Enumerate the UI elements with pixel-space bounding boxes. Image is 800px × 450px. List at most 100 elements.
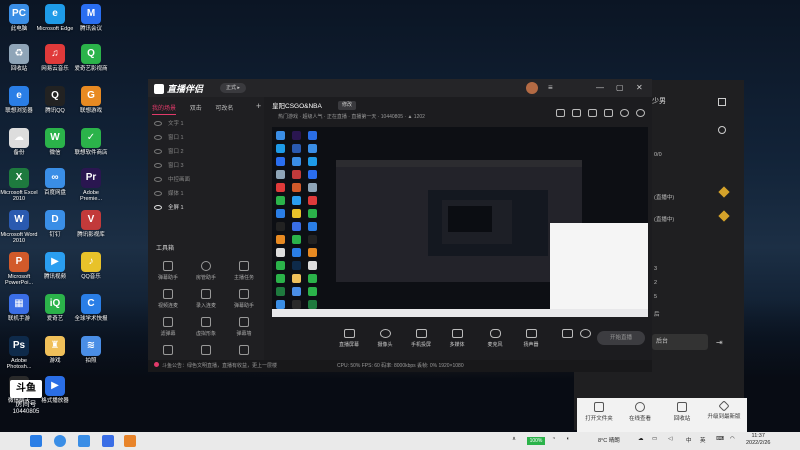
- desktop-icon[interactable]: M 腾讯会议: [72, 4, 110, 32]
- desktop-icon[interactable]: D 钉钉: [36, 210, 74, 238]
- tool-button[interactable]: 录入连麦: [188, 289, 224, 309]
- scene-item-active[interactable]: 全屏 1: [154, 203, 184, 211]
- scene-item[interactable]: 文字 1: [154, 119, 184, 127]
- desktop-icon[interactable]: C 全球学术快报: [72, 294, 110, 322]
- desktop-icon[interactable]: Q 腾讯QQ: [36, 86, 74, 114]
- tab-rename[interactable]: 可改名: [215, 103, 233, 112]
- desktop-icon[interactable]: Ps Adobe Photosh...: [0, 336, 38, 370]
- gift-icon[interactable]: [556, 109, 565, 117]
- scene-item[interactable]: 窗口 3: [154, 161, 184, 169]
- desktop-icon[interactable]: ♫ 网易云音乐: [36, 44, 74, 72]
- app-taskbar-icon[interactable]: [102, 435, 114, 447]
- tool-button[interactable]: 弹幕墙: [226, 317, 262, 337]
- multimedia-button[interactable]: 多媒体: [440, 329, 474, 348]
- desktop-icon[interactable]: ∞ 百度网盘: [36, 168, 74, 196]
- start-icon[interactable]: [30, 435, 42, 447]
- desktop-icon[interactable]: e 联想浏览器: [0, 86, 38, 114]
- desktop-icon[interactable]: PC 此电脑: [0, 4, 38, 32]
- volume-icon[interactable]: ◖: [566, 436, 569, 442]
- desktop-icon[interactable]: Q 爱奇艺影视商: [72, 44, 110, 72]
- live-app-taskbar-icon[interactable]: [124, 435, 136, 447]
- scene-item[interactable]: 窗口 1: [154, 133, 184, 141]
- recycle-bin-button[interactable]: 回收站: [662, 400, 702, 422]
- tool-button[interactable]: 弹幕助手: [226, 289, 262, 309]
- visibility-icon[interactable]: [154, 163, 162, 168]
- lock-icon[interactable]: [572, 109, 581, 117]
- menu-icon[interactable]: ≡: [548, 83, 553, 92]
- microphone-button[interactable]: 麦克风: [478, 329, 512, 348]
- ime-icon[interactable]: 英: [700, 436, 706, 444]
- screen-icon[interactable]: [588, 109, 597, 117]
- search-icon[interactable]: [718, 126, 726, 134]
- desktop-icon[interactable]: P Microsoft PowerPoi...: [0, 252, 38, 286]
- add-scene-button[interactable]: +: [256, 101, 261, 111]
- share-icon[interactable]: [636, 109, 645, 117]
- tab-my-scenes[interactable]: 我的场景: [152, 103, 177, 115]
- upgrade-button[interactable]: 升级到最新版: [704, 400, 744, 420]
- screen-capture-button[interactable]: 直播屏幕: [332, 329, 366, 348]
- scene-item[interactable]: 中控画面: [154, 175, 190, 183]
- close-button[interactable]: ✕: [636, 83, 643, 92]
- clock[interactable]: 11:37 2022/2/26: [746, 433, 770, 447]
- maximize-button[interactable]: ▢: [616, 83, 624, 92]
- desktop-icon[interactable]: e Microsoft Edge: [36, 4, 74, 32]
- visibility-icon[interactable]: [154, 135, 162, 140]
- desktop-icon[interactable]: ▦ 联机手游: [0, 294, 38, 322]
- tool-button[interactable]: 弹幕助手: [150, 261, 186, 281]
- visibility-icon[interactable]: [154, 177, 162, 182]
- monitor-icon[interactable]: ▭: [652, 436, 657, 442]
- desktop-icon[interactable]: ✓ 联想软件商店: [72, 128, 110, 156]
- desktop-icon[interactable]: ▶ 腾讯视频: [36, 252, 74, 280]
- speaker-button[interactable]: 扬声器: [514, 329, 548, 348]
- visibility-icon[interactable]: [154, 191, 162, 196]
- desktop-icon[interactable]: ≋ 拍照: [72, 336, 110, 364]
- logout-arrow-icon[interactable]: ⇥: [716, 338, 723, 347]
- desktop-icon[interactable]: Pr Adobe Premie...: [72, 168, 110, 202]
- edit-title-button[interactable]: 修改: [338, 101, 356, 110]
- desktop-icon[interactable]: X Microsoft Excel 2010: [0, 168, 38, 202]
- scene-item[interactable]: 窗口 2: [154, 147, 184, 155]
- desktop-icon[interactable]: ☁ 备份: [0, 128, 38, 156]
- tool-button[interactable]: 滤弹幕: [150, 317, 186, 337]
- app-taskbar-icon[interactable]: [78, 435, 90, 447]
- tool-button[interactable]: 虚拟形象: [188, 317, 224, 337]
- bell-icon[interactable]: [620, 109, 629, 117]
- start-live-button[interactable]: 开始直播: [597, 331, 645, 345]
- stream-preview[interactable]: [272, 127, 648, 317]
- minimize-button[interactable]: —: [596, 83, 604, 92]
- desktop-icon[interactable]: W Microsoft Word 2010: [0, 210, 38, 244]
- language-icon[interactable]: 中: [686, 436, 692, 444]
- tool-button[interactable]: [188, 345, 224, 355]
- window-icon[interactable]: [604, 109, 613, 117]
- visibility-icon[interactable]: [154, 205, 162, 210]
- speaker-tray-icon[interactable]: ◁: [668, 436, 672, 442]
- tool-button[interactable]: 视频连麦: [150, 289, 186, 309]
- desktop-icon[interactable]: ♻ 回收站: [0, 44, 38, 72]
- scene-item[interactable]: 媒体 1: [154, 189, 184, 197]
- visibility-icon[interactable]: [154, 149, 162, 154]
- desktop-icon[interactable]: ♜ 游戏: [36, 336, 74, 364]
- tab-double-click[interactable]: 双击: [190, 103, 202, 112]
- edge-taskbar-icon[interactable]: [54, 435, 66, 447]
- tool-button[interactable]: [150, 345, 186, 355]
- view-online-button[interactable]: 在线查看: [620, 400, 660, 422]
- desktop-icon[interactable]: V 腾讯影视库: [72, 210, 110, 238]
- desktop-icon[interactable]: W 微信: [36, 128, 74, 156]
- tool-button[interactable]: 房管助手: [188, 261, 224, 281]
- input-method-icon[interactable]: ⌨: [716, 436, 724, 442]
- avatar[interactable]: [526, 82, 538, 94]
- desktop-icon[interactable]: iQ 爱奇艺: [36, 294, 74, 322]
- wifi-icon[interactable]: ◠: [730, 436, 735, 442]
- tray-chevron-icon[interactable]: ∧: [512, 436, 516, 442]
- weather-text[interactable]: 8°C 晴朗: [598, 436, 620, 444]
- battery-indicator[interactable]: 100%: [527, 437, 545, 445]
- popout-icon[interactable]: [718, 98, 726, 106]
- background-input[interactable]: 后台: [652, 334, 708, 350]
- network-icon[interactable]: ◔: [552, 436, 555, 442]
- open-folder-button[interactable]: 打开文件夹: [579, 400, 619, 422]
- camera-button[interactable]: 摄像头: [368, 329, 402, 348]
- version-badge[interactable]: 正式 ▸: [220, 83, 246, 93]
- desktop-icon[interactable]: ♪ QQ音乐: [72, 252, 110, 280]
- tool-button[interactable]: 主播任务: [226, 261, 262, 281]
- phone-cast-button[interactable]: 手机投屏: [404, 329, 438, 348]
